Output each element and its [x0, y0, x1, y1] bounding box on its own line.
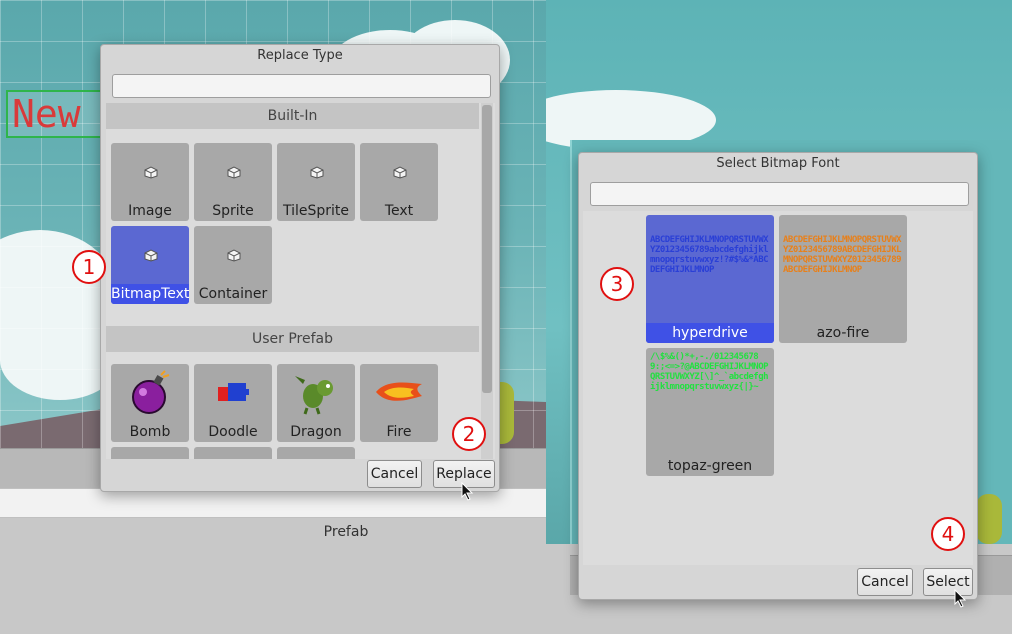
prefab-tile-fire[interactable]: Fire — [360, 364, 438, 442]
type-tile-container[interactable]: Container — [194, 226, 272, 304]
font-list[interactable]: ABCDEFGHIJKLMNOPQRSTUVWXYZ0123456789abcd… — [583, 211, 973, 565]
tile-label: Bomb — [129, 424, 171, 440]
prefab-tile[interactable] — [194, 447, 272, 459]
font-tile-topaz-green[interactable]: /\$%&()*+,-./0123456789:;<=>?@ABCDEFGHIJ… — [646, 348, 774, 476]
tile-label: TileSprite — [282, 203, 350, 219]
doodle-icon — [218, 383, 249, 401]
fire-icon — [376, 382, 422, 401]
tile-label: Text — [384, 203, 414, 219]
prefab-tile-doodle[interactable]: Doodle — [194, 364, 272, 442]
step-marker-4: 4 — [931, 517, 965, 551]
tile-label: hyperdrive — [646, 323, 774, 343]
type-list[interactable]: Built-In Image Sprite TileSprite Text Bi… — [106, 103, 495, 459]
prefab-tile[interactable] — [111, 447, 189, 459]
type-tile-bitmaptext[interactable]: BitmapText — [111, 226, 189, 304]
mouse-cursor-icon — [461, 482, 474, 501]
replace-type-dialog: Replace Type Built-In Image Sprite TileS… — [100, 44, 500, 492]
font-preview: ABCDEFGHIJKLMNOPQRSTUVWXYZ0123456789abcd… — [650, 235, 769, 275]
step-marker-1: 1 — [72, 250, 106, 284]
scene-character[interactable] — [976, 494, 1002, 544]
tile-label: Fire — [386, 424, 412, 440]
type-tile-sprite[interactable]: Sprite — [194, 143, 272, 221]
dialog-title: Replace Type — [257, 48, 343, 63]
dragon-icon — [295, 376, 333, 415]
section-header-user-prefab: User Prefab — [106, 326, 479, 352]
dialog-title: Select Bitmap Font — [716, 156, 840, 171]
cube-icon — [227, 249, 241, 262]
cancel-button[interactable]: Cancel — [857, 568, 913, 596]
tile-label: Sprite — [212, 203, 254, 219]
step-marker-2: 2 — [452, 417, 486, 451]
type-tile-tilesprite[interactable]: TileSprite — [277, 143, 355, 221]
font-tile-hyperdrive[interactable]: ABCDEFGHIJKLMNOPQRSTUVWXYZ0123456789abcd… — [646, 215, 774, 343]
select-bitmap-font-dialog: Select Bitmap Font ABCDEFGHIJKLMNOPQRSTU… — [578, 152, 978, 600]
font-tile-azo-fire[interactable]: ABCDEFGHIJKLMNOPQRSTUVWXYZ0123456789ABCD… — [779, 215, 907, 343]
cube-icon — [227, 166, 241, 179]
cancel-button[interactable]: Cancel — [367, 460, 422, 488]
tile-label: topaz-green — [667, 458, 753, 474]
cube-icon — [393, 166, 407, 179]
tile-label: BitmapText — [111, 284, 189, 304]
tile-label: azo-fire — [816, 325, 870, 341]
bomb-icon — [132, 370, 170, 414]
mouse-cursor-icon — [954, 589, 967, 608]
type-tile-text[interactable]: Text — [360, 143, 438, 221]
tile-label: Dragon — [290, 424, 342, 440]
scene-bitmap-text-object[interactable]: New — [6, 90, 102, 138]
scrollbar-thumb[interactable] — [482, 105, 492, 393]
prefab-tile-bomb[interactable]: Bomb — [111, 364, 189, 442]
cube-icon — [144, 249, 158, 262]
cube-icon — [144, 166, 158, 179]
font-preview: /\$%&()*+,-./0123456789:;<=>?@ABCDEFGHIJ… — [650, 352, 769, 392]
filter-input[interactable] — [112, 74, 491, 98]
step-marker-3: 3 — [600, 267, 634, 301]
cube-icon — [310, 166, 324, 179]
font-preview: ABCDEFGHIJKLMNOPQRSTUVWXYZ0123456789ABCD… — [783, 235, 902, 275]
type-tile-image[interactable]: Image — [111, 143, 189, 221]
filter-input[interactable] — [590, 182, 969, 206]
prefab-tile-dragon[interactable]: Dragon — [277, 364, 355, 442]
tile-label: Image — [128, 203, 172, 219]
prefab-tile[interactable] — [277, 447, 355, 459]
section-header-built-in: Built-In — [106, 103, 479, 129]
tile-label: Doodle — [208, 424, 258, 440]
list-scrollbar[interactable] — [481, 103, 493, 459]
tile-label: Container — [198, 286, 268, 302]
